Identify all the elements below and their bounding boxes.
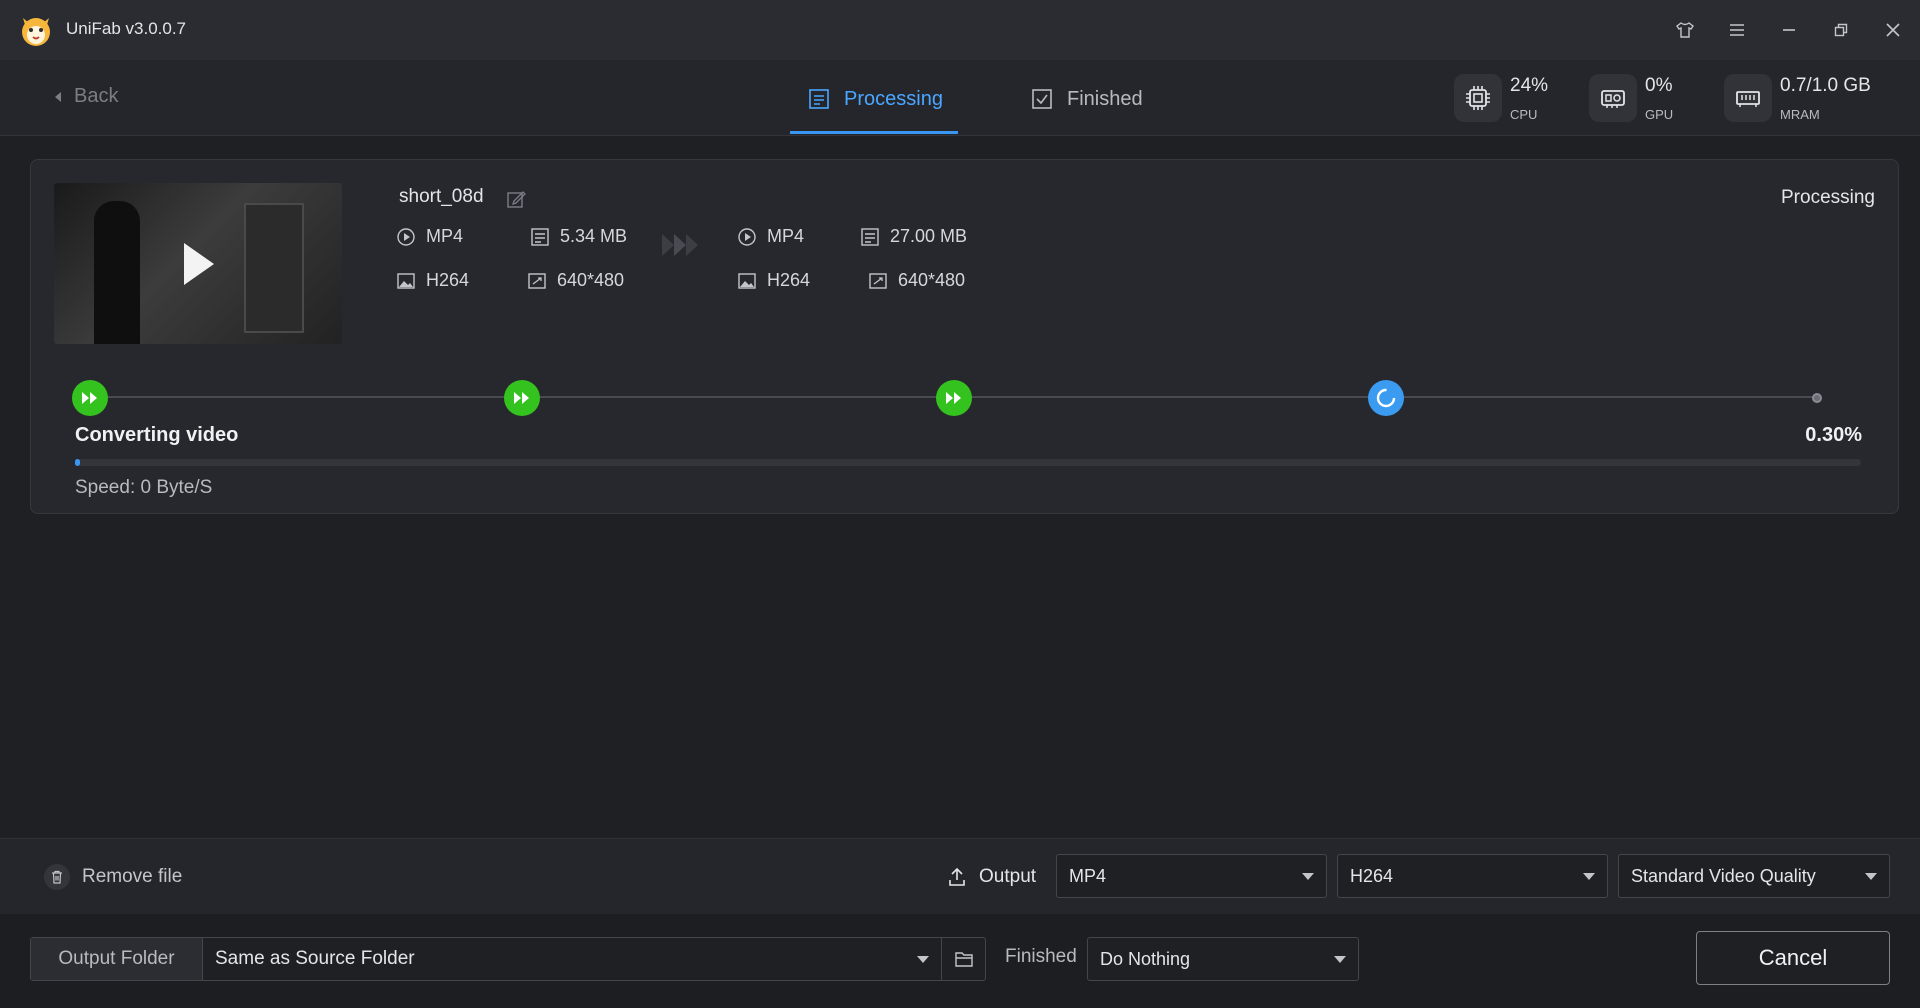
fast-forward-icon xyxy=(82,392,97,404)
fast-forward-icon xyxy=(946,392,961,404)
close-button[interactable] xyxy=(1877,14,1909,46)
play-circle-icon xyxy=(397,227,415,246)
fast-forward-icon xyxy=(514,392,529,404)
target-size: 27.00 MB xyxy=(860,226,967,247)
step-node-done xyxy=(504,380,540,416)
source-size: 5.34 MB xyxy=(530,226,627,247)
caret-left-icon xyxy=(55,91,61,102)
close-icon xyxy=(1886,23,1900,37)
step-label: Converting video xyxy=(75,424,239,446)
mram-label: MRAM xyxy=(1780,107,1820,122)
restore-icon xyxy=(1834,23,1848,37)
chevron-down-icon xyxy=(1583,872,1595,880)
folder-icon xyxy=(954,952,973,967)
restore-button[interactable] xyxy=(1825,14,1857,46)
step-node-pending xyxy=(1812,393,1822,403)
title-bar xyxy=(0,0,1920,60)
thumbnail-figure xyxy=(94,201,140,344)
convert-arrow-icon xyxy=(660,232,706,263)
checkbox-doc-icon xyxy=(1032,89,1052,109)
video-thumbnail[interactable] xyxy=(54,183,342,344)
output-folder-select[interactable]: Same as Source Folder xyxy=(203,938,942,980)
menu-button[interactable] xyxy=(1721,14,1753,46)
app-title: UniFab v3.0.0.7 xyxy=(66,19,187,38)
app-logo-icon xyxy=(18,12,54,48)
spinner-icon xyxy=(1376,388,1396,408)
step-node-done xyxy=(936,380,972,416)
memory-icon xyxy=(1724,74,1772,122)
progress-bar xyxy=(75,459,1861,466)
back-button[interactable]: Back xyxy=(54,85,118,108)
hamburger-icon xyxy=(1730,24,1744,36)
tab-processing-label: Processing xyxy=(844,87,943,110)
image-icon xyxy=(738,272,756,289)
play-icon[interactable] xyxy=(184,243,214,285)
cpu-icon xyxy=(1454,74,1502,122)
chevron-down-icon xyxy=(1302,872,1314,880)
tab-processing[interactable]: Processing xyxy=(808,84,943,114)
remove-file-button[interactable]: Remove file xyxy=(44,864,182,890)
source-resolution: 640*480 xyxy=(527,270,624,291)
step-node-active xyxy=(1368,380,1404,416)
play-circle-icon xyxy=(738,227,756,246)
edit-icon[interactable] xyxy=(506,189,526,214)
step-node-done xyxy=(72,380,108,416)
codec-select[interactable]: H264 xyxy=(1337,854,1608,898)
task-status: Processing xyxy=(1781,187,1875,208)
target-resolution: 640*480 xyxy=(868,270,965,291)
chevron-down-icon xyxy=(1865,872,1877,880)
chevron-down-icon xyxy=(917,955,929,963)
output-label: Output xyxy=(947,866,1036,888)
remove-file-label: Remove file xyxy=(82,866,183,887)
image-icon xyxy=(397,272,415,289)
skin-button[interactable] xyxy=(1669,14,1701,46)
back-label: Back xyxy=(74,85,119,107)
speed-text: Speed: 0 Byte/S xyxy=(75,477,213,498)
finished-action-select[interactable]: Do Nothing xyxy=(1087,937,1359,981)
source-format: MP4 xyxy=(396,226,463,247)
source-codec: H264 xyxy=(396,270,469,291)
progress-fill xyxy=(75,459,81,466)
finished-label: Finished xyxy=(1005,946,1077,967)
target-format: MP4 xyxy=(737,226,804,247)
chevron-down-icon xyxy=(1334,955,1346,963)
output-folder-label: Output Folder xyxy=(31,938,203,980)
cpu-label: CPU xyxy=(1510,107,1538,122)
gpu-icon xyxy=(1589,74,1637,122)
resolution-icon xyxy=(528,272,546,289)
tab-finished[interactable]: Finished xyxy=(1031,84,1143,114)
upload-icon xyxy=(949,867,965,886)
trash-icon xyxy=(44,864,70,890)
gpu-label: GPU xyxy=(1645,107,1674,122)
target-codec: H264 xyxy=(737,270,810,291)
shirt-icon xyxy=(1676,22,1694,38)
tab-finished-label: Finished xyxy=(1067,87,1143,110)
resolution-icon xyxy=(869,272,887,289)
minimize-icon xyxy=(1783,29,1795,31)
progress-percent: 0.30% xyxy=(1805,424,1862,446)
active-tab-indicator xyxy=(790,131,958,134)
output-folder-group: Output Folder Same as Source Folder xyxy=(30,937,986,981)
thumbnail-door xyxy=(244,203,304,333)
cancel-button[interactable]: Cancel xyxy=(1696,931,1890,985)
quality-select[interactable]: Standard Video Quality xyxy=(1618,854,1890,898)
cpu-value: 24% xyxy=(1510,75,1549,96)
list-doc-icon xyxy=(809,89,829,109)
format-select[interactable]: MP4 xyxy=(1056,854,1327,898)
file-size-icon xyxy=(531,227,549,246)
browse-folder-button[interactable] xyxy=(942,938,985,980)
file-size-icon xyxy=(861,227,879,246)
file-name: short_08d xyxy=(399,186,484,207)
minimize-button[interactable] xyxy=(1773,14,1805,46)
mram-value: 0.7/1.0 GB xyxy=(1780,75,1871,96)
gpu-value: 0% xyxy=(1645,75,1673,96)
